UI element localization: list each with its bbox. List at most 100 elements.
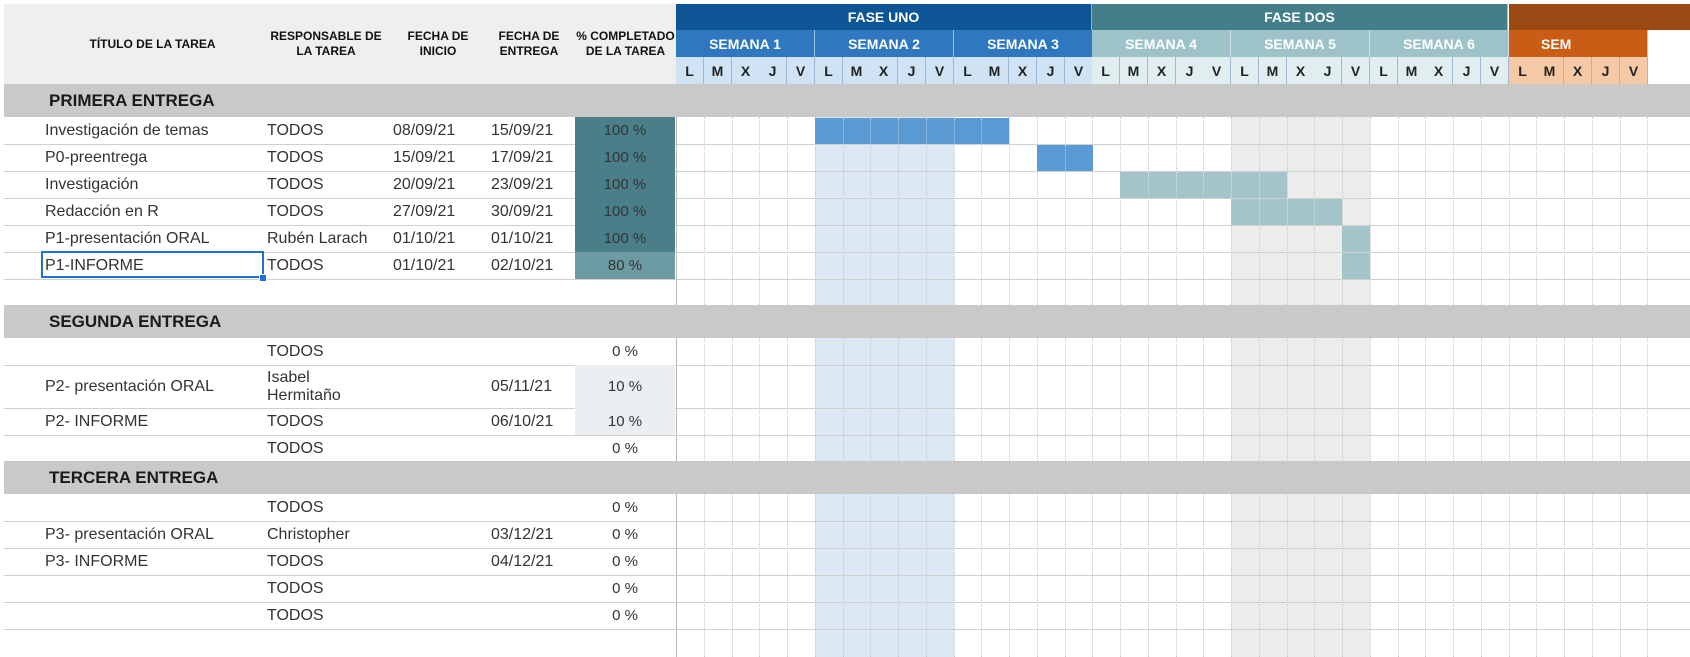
selection-fill-handle[interactable] [259, 274, 267, 282]
task-responsable-cell[interactable]: Christopher [267, 521, 389, 548]
task-inicio-cell[interactable]: 01/10/21 [393, 225, 481, 252]
grid-vline [1481, 117, 1482, 305]
task-responsable-cell[interactable]: Rubén Larach [267, 225, 389, 252]
task-title-cell[interactable]: P2- presentación ORAL [45, 365, 263, 408]
task-inicio-cell[interactable] [393, 602, 481, 629]
task-inicio-cell[interactable] [393, 365, 481, 408]
task-percent-cell[interactable]: 100 % [575, 225, 675, 252]
grid-vline [954, 338, 955, 461]
gantt-bar[interactable] [1342, 226, 1370, 252]
phase-header-2: FASE DOS [1092, 4, 1508, 30]
task-percent-cell[interactable]: 10 % [575, 408, 675, 435]
task-entrega-cell[interactable]: 05/11/21 [491, 365, 573, 408]
task-entrega-cell[interactable] [491, 338, 573, 365]
task-percent-cell[interactable]: 0 % [575, 602, 675, 629]
task-entrega-cell[interactable]: 03/12/21 [491, 521, 573, 548]
task-percent-cell[interactable]: 0 % [575, 494, 675, 521]
task-title-cell[interactable] [45, 338, 263, 365]
grid-vline [759, 117, 760, 305]
task-percent-cell[interactable]: 100 % [575, 198, 675, 225]
task-inicio-cell[interactable] [393, 494, 481, 521]
task-entrega-cell[interactable]: 17/09/21 [491, 144, 573, 171]
task-responsable-cell[interactable]: TODOS [267, 435, 389, 462]
task-responsable-cell[interactable]: TODOS [267, 408, 389, 435]
task-inicio-cell[interactable] [393, 408, 481, 435]
task-entrega-cell[interactable]: 23/09/21 [491, 171, 573, 198]
task-entrega-cell[interactable] [491, 494, 573, 521]
day-header-w1-V: V [787, 57, 815, 84]
grid-hline [4, 279, 1690, 280]
task-title-cell[interactable]: Investigación de temas [45, 117, 263, 144]
grid-vline [1148, 338, 1149, 461]
task-inicio-cell[interactable] [393, 521, 481, 548]
task-responsable-cell[interactable]: TODOS [267, 171, 389, 198]
task-entrega-cell[interactable] [491, 602, 573, 629]
task-responsable-cell[interactable]: TODOS [267, 548, 389, 575]
task-inicio-cell[interactable]: 08/09/21 [393, 117, 481, 144]
task-responsable-cell[interactable]: TODOS [267, 494, 389, 521]
task-title-cell[interactable] [45, 435, 263, 462]
task-title-cell[interactable] [45, 494, 263, 521]
day-header-w2-J: J [898, 57, 926, 84]
task-responsable-cell[interactable]: TODOS [267, 198, 389, 225]
task-title-cell[interactable] [45, 602, 263, 629]
task-percent-cell[interactable]: 0 % [575, 338, 675, 365]
task-percent-cell[interactable]: 10 % [575, 365, 675, 408]
grid-vline [1592, 338, 1593, 461]
task-percent-cell[interactable]: 100 % [575, 144, 675, 171]
day-header-w6-L: L [1370, 57, 1398, 84]
task-entrega-cell[interactable] [491, 575, 573, 602]
task-title-cell[interactable]: Redacción en R [45, 198, 263, 225]
day-header-w4-V: V [1203, 57, 1231, 84]
task-inicio-cell[interactable] [393, 338, 481, 365]
gantt-bar-divider [1231, 172, 1232, 198]
task-inicio-cell[interactable]: 27/09/21 [393, 198, 481, 225]
task-percent-cell[interactable]: 0 % [575, 435, 675, 462]
task-responsable-cell[interactable]: TODOS [267, 144, 389, 171]
day-header-w7-M: M [1536, 57, 1564, 84]
task-percent-cell[interactable]: 0 % [575, 521, 675, 548]
header-inicio: FECHA DE INICIO [407, 29, 469, 58]
task-percent-cell[interactable]: 100 % [575, 117, 675, 144]
gantt-bar[interactable] [1342, 253, 1370, 279]
task-responsable-cell[interactable]: TODOS [267, 252, 389, 279]
task-percent-cell[interactable]: 0 % [575, 548, 675, 575]
task-title-cell[interactable] [45, 575, 263, 602]
task-percent-cell[interactable]: 80 % [575, 252, 675, 279]
task-title-cell[interactable]: P2- INFORME [45, 408, 263, 435]
task-entrega-cell[interactable]: 06/10/21 [491, 408, 573, 435]
task-percent-cell[interactable]: 0 % [575, 575, 675, 602]
task-inicio-cell[interactable]: 20/09/21 [393, 171, 481, 198]
task-entrega-cell[interactable] [491, 435, 573, 462]
task-title-cell[interactable]: P3- INFORME [45, 548, 263, 575]
task-responsable-cell[interactable]: TODOS [267, 338, 389, 365]
day-header-w6-X: X [1425, 57, 1453, 84]
task-inicio-cell[interactable] [393, 435, 481, 462]
cell-selection[interactable] [41, 251, 264, 278]
task-entrega-cell[interactable]: 15/09/21 [491, 117, 573, 144]
task-responsable-cell[interactable]: TODOS [267, 117, 389, 144]
grid-vline [1009, 338, 1010, 461]
task-title-cell[interactable]: P1-presentación ORAL [45, 225, 263, 252]
task-title-cell[interactable]: P3- presentación ORAL [45, 521, 263, 548]
task-inicio-cell[interactable]: 15/09/21 [393, 144, 481, 171]
task-inicio-cell[interactable] [393, 548, 481, 575]
gantt-bar[interactable] [815, 118, 1009, 144]
task-percent-cell[interactable]: 100 % [575, 171, 675, 198]
task-entrega-cell[interactable]: 02/10/21 [491, 252, 573, 279]
task-entrega-cell[interactable]: 30/09/21 [491, 198, 573, 225]
task-inicio-cell[interactable]: 01/10/21 [393, 252, 481, 279]
task-responsable-cell[interactable]: TODOS [267, 575, 389, 602]
grid-hline [4, 629, 1690, 630]
task-responsable-cell[interactable]: TODOS [267, 602, 389, 629]
task-inicio-cell[interactable] [393, 575, 481, 602]
day-header-w4-X: X [1148, 57, 1176, 84]
grid-vline [1564, 338, 1565, 461]
gantt-spreadsheet: TÍTULO DE LA TAREA RESPONSABLE DE LA TAR… [0, 0, 1690, 657]
task-entrega-cell[interactable]: 01/10/21 [491, 225, 573, 252]
task-title-cell[interactable]: P0-preentrega [45, 144, 263, 171]
task-responsable-cell[interactable]: Isabel Hermitaño [267, 365, 357, 408]
task-entrega-cell[interactable]: 04/12/21 [491, 548, 573, 575]
task-title-cell[interactable]: Investigación [45, 171, 263, 198]
day-header-w5-J: J [1314, 57, 1342, 84]
